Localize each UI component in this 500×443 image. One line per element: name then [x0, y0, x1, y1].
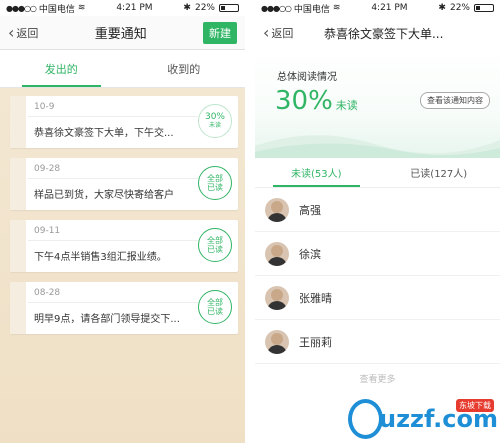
read-status-badge: 全部 已读 — [198, 166, 232, 200]
left-screen: ●●●○○ 中国电信 ≋ 4:21 PM ✱ 22% ‹ 返回 重要通知 新建 … — [0, 0, 245, 443]
wifi-icon: ≋ — [332, 3, 341, 13]
back-button[interactable]: ‹ 返回 — [263, 25, 293, 41]
tab-received[interactable]: 收到的 — [123, 50, 246, 87]
bluetooth-icon: ✱ — [438, 3, 446, 13]
tab-bar: 发出的 收到的 — [0, 50, 245, 88]
watermark-logo-icon — [348, 399, 383, 439]
summary-label: 总体阅读情况 — [277, 72, 337, 83]
watermark: uzzf.com 东坡下载 — [348, 395, 498, 443]
list-item[interactable]: 徐滨 — [255, 232, 500, 276]
wifi-icon: ≋ — [77, 3, 86, 13]
unread-percent: 30% 未读 — [275, 86, 358, 116]
notice-card[interactable]: 10-9 恭喜徐文豪签下大单，下午交... 30% 未读 — [10, 96, 238, 148]
avatar — [265, 197, 289, 222]
tab-unread[interactable]: 未读(53人) — [255, 158, 378, 187]
person-list: 高强 徐滨 张雅晴 王丽莉 查看更多 — [255, 188, 500, 385]
signal-icon: ●●●○○ — [6, 3, 37, 13]
list-item[interactable]: 张雅晴 — [255, 276, 500, 320]
view-more-link[interactable]: 查看更多 — [255, 372, 500, 385]
clock: 4:21 PM — [116, 3, 153, 13]
tab-read[interactable]: 已读(127人) — [378, 158, 500, 187]
status-bar: ●●●○○ 中国电信 ≋ 4:21 PM ✱ 22% — [0, 0, 245, 16]
view-content-button[interactable]: 查看该通知内容 — [420, 92, 490, 109]
card-text: 下午4点半销售3组汇报业绩。 — [34, 252, 167, 263]
avatar — [265, 241, 289, 266]
chevron-left-icon: ‹ — [8, 22, 15, 42]
notice-card[interactable]: 08-28 明早9点，请各部门领导提交下... 全部 已读 — [10, 282, 238, 334]
carrier-label: 中国电信 — [293, 4, 330, 15]
avatar — [265, 285, 289, 310]
list-item[interactable]: 王丽莉 — [255, 320, 500, 364]
person-name: 高强 — [299, 203, 321, 217]
battery-percent: 22% — [194, 3, 215, 13]
read-tab-bar: 未读(53人) 已读(127人) — [255, 158, 500, 188]
read-status-badge: 30% 未读 — [198, 104, 232, 138]
clock: 4:21 PM — [371, 3, 408, 13]
card-date: 10-9 — [34, 102, 55, 112]
card-text: 样品已到货，大家尽快寄给客户 — [34, 190, 174, 201]
battery-icon — [473, 4, 494, 12]
tab-sent[interactable]: 发出的 — [0, 50, 123, 87]
nav-bar: ‹ 返回 恭喜徐文豪签下大单... — [255, 16, 500, 50]
battery-icon — [218, 4, 239, 12]
avatar — [265, 329, 289, 354]
back-button[interactable]: ‹ 返回 — [8, 22, 39, 42]
nav-bar: ‹ 返回 重要通知 新建 — [0, 16, 245, 50]
battery-percent: 22% — [449, 3, 470, 13]
screen-divider — [245, 0, 255, 443]
card-list: 10-9 恭喜徐文豪签下大单，下午交... 30% 未读 09-28 样品已到货… — [0, 88, 245, 443]
carrier-label: 中国电信 — [38, 4, 75, 15]
chevron-left-icon: ‹ — [263, 23, 270, 42]
read-status-badge: 全部 已读 — [198, 290, 232, 324]
page-title: 重要通知 — [94, 27, 147, 42]
signal-icon: ●●●○○ — [261, 3, 292, 13]
bluetooth-icon: ✱ — [183, 3, 191, 13]
person-name: 王丽莉 — [299, 335, 332, 349]
read-status-badge: 全部 已读 — [198, 228, 232, 262]
notice-card[interactable]: 09-11 下午4点半销售3组汇报业绩。 全部 已读 — [10, 220, 238, 272]
person-name: 徐滨 — [299, 247, 321, 261]
right-screen: ●●●○○ 中国电信 ≋ 4:21 PM ✱ 22% ‹ 返回 恭喜徐文豪签下大… — [255, 0, 500, 443]
card-text: 明早9点，请各部门领导提交下... — [34, 314, 180, 325]
card-date: 08-28 — [34, 288, 61, 298]
watermark-tag: 东坡下载 — [456, 399, 494, 412]
list-item[interactable]: 高强 — [255, 188, 500, 232]
status-bar: ●●●○○ 中国电信 ≋ 4:21 PM ✱ 22% — [255, 0, 500, 16]
card-text: 恭喜徐文豪签下大单，下午交... — [34, 128, 174, 139]
notice-card[interactable]: 09-28 样品已到货，大家尽快寄给客户 全部 已读 — [10, 158, 238, 210]
card-date: 09-28 — [34, 164, 61, 174]
read-summary: 总体阅读情况 30% 未读 查看该通知内容 — [255, 50, 500, 158]
person-name: 张雅晴 — [299, 291, 332, 305]
page-title: 恭喜徐文豪签下大单... — [323, 26, 444, 41]
back-label: 返回 — [16, 26, 39, 40]
new-button[interactable]: 新建 — [202, 21, 237, 44]
card-date: 09-11 — [34, 226, 61, 236]
back-label: 返回 — [271, 27, 294, 40]
wave-decoration — [255, 135, 500, 158]
